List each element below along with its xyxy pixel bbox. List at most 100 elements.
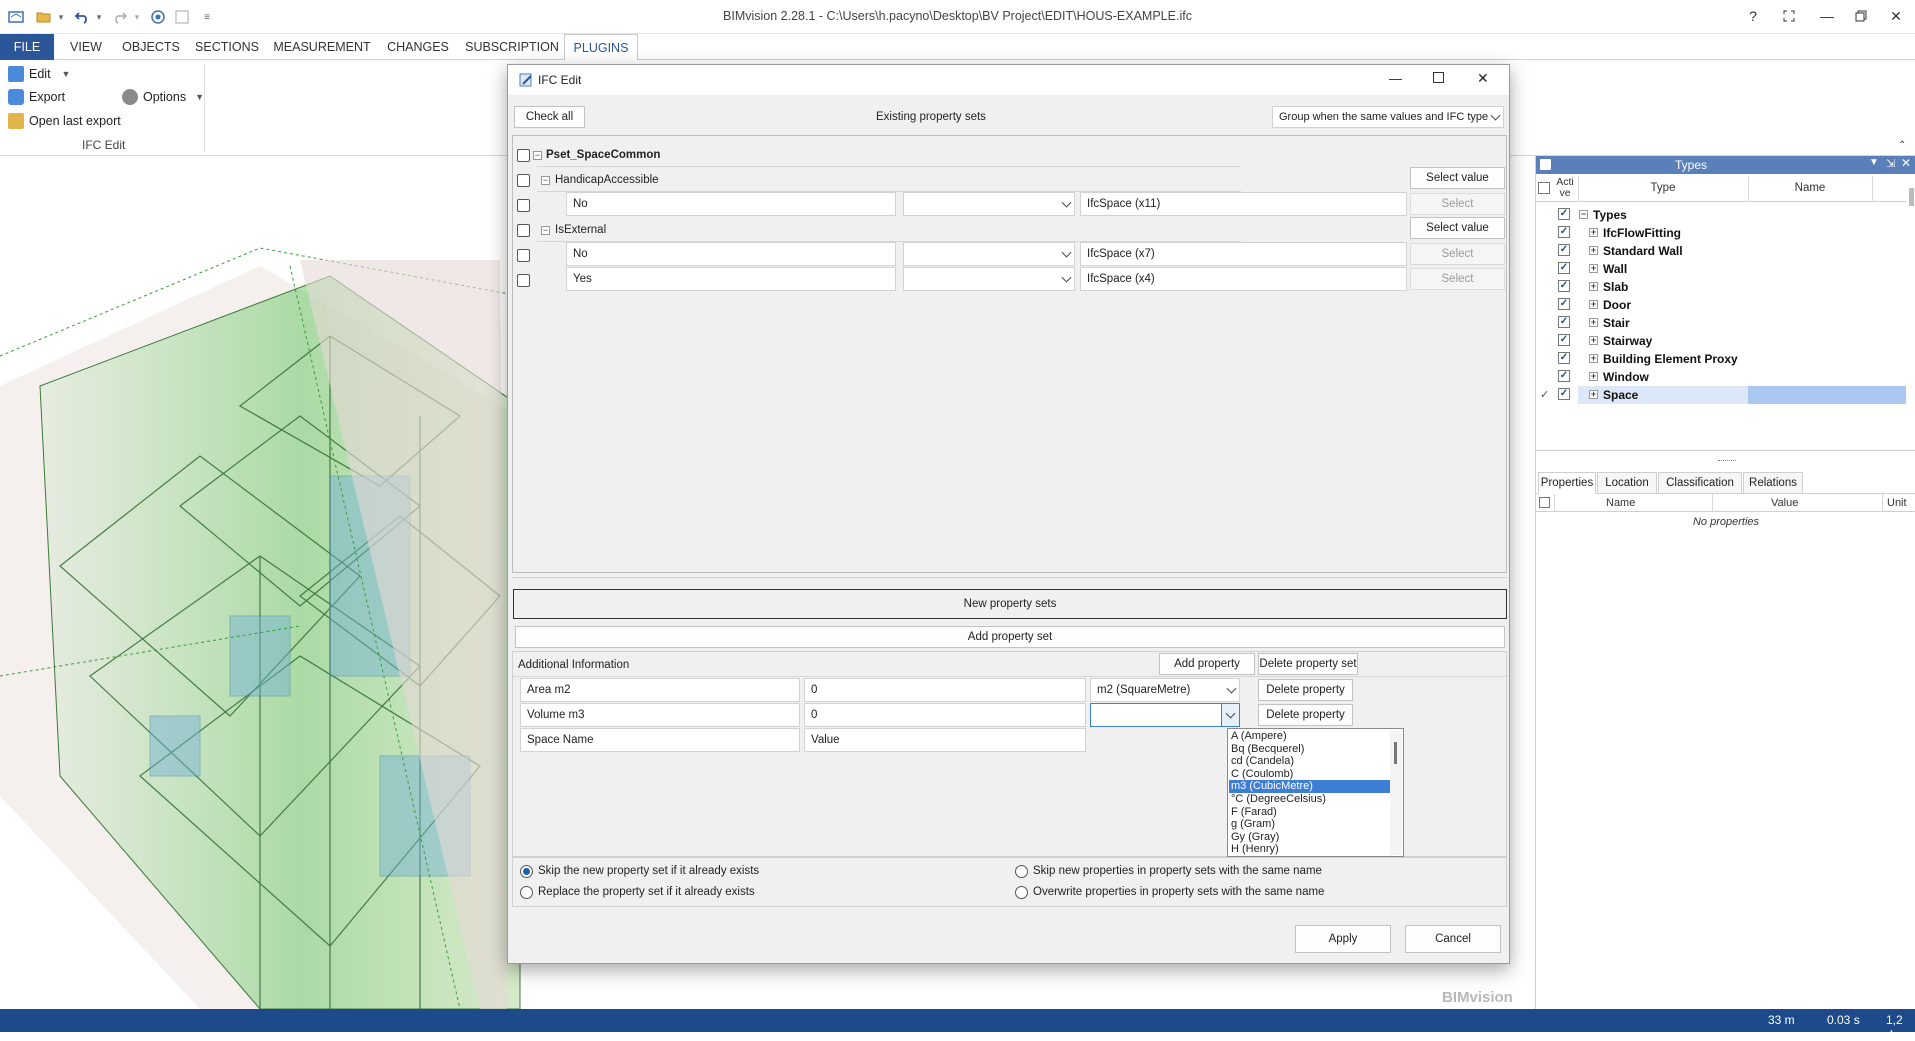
export-button[interactable]: Export [8, 87, 65, 107]
types-root-row[interactable]: ✓ − Types [1536, 206, 1906, 224]
pset-checkbox[interactable] [517, 149, 530, 162]
new-property-name[interactable]: Area m2 [520, 678, 800, 702]
expand-icon[interactable]: + [1589, 318, 1598, 327]
unit-option[interactable]: Bq (Becquerel) [1229, 743, 1391, 756]
type-row[interactable]: ✓ + Wall [1536, 260, 1906, 278]
select-button[interactable]: Select [1410, 268, 1505, 290]
options-button[interactable]: Options ▼ [122, 87, 204, 107]
active-checkbox[interactable]: ✓ [1558, 334, 1570, 346]
tab-file[interactable]: FILE [0, 34, 54, 60]
active-checkbox[interactable]: ✓ [1558, 244, 1570, 256]
add-property-button[interactable]: Add property [1159, 653, 1255, 675]
type-row[interactable]: ✓ + Window [1536, 368, 1906, 386]
value-combo[interactable] [903, 192, 1075, 216]
status-zoom[interactable]: 1,2 ★ [1886, 1013, 1915, 1041]
check-all-button[interactable]: Check all [514, 106, 585, 128]
unit-option[interactable]: F (Farad) [1229, 806, 1391, 819]
type-row[interactable]: ✓ ✓ + Space [1536, 386, 1906, 404]
property-checkbox[interactable] [517, 174, 530, 187]
apply-button[interactable]: Apply [1295, 925, 1391, 953]
close-icon[interactable]: ✕ [1884, 5, 1908, 27]
type-row[interactable]: ✓ + Building Element Proxy [1536, 350, 1906, 368]
unit-option[interactable]: H (Henry) [1229, 843, 1391, 856]
minimize-icon[interactable]: — [1815, 5, 1839, 27]
unit-option[interactable]: cd (Candela) [1229, 755, 1391, 768]
splitter-grip[interactable] [1718, 460, 1736, 462]
active-checkbox[interactable]: ✓ [1558, 208, 1570, 220]
value-field[interactable]: No [566, 242, 896, 266]
expand-icon[interactable]: + [1589, 282, 1598, 291]
expand-icon[interactable]: + [1589, 336, 1598, 345]
tab-objects[interactable]: OBJECTS [118, 34, 184, 60]
dropdown-icon[interactable]: ▼ [1869, 157, 1879, 168]
value-field[interactable]: Yes [566, 267, 896, 291]
type-row[interactable]: ✓ + IfcFlowFitting [1536, 224, 1906, 242]
tab-sections[interactable]: SECTIONS [192, 34, 262, 60]
collapse-icon[interactable]: − [533, 151, 542, 160]
collapse-ribbon-icon[interactable]: ⌃ [1898, 140, 1906, 151]
active-checkbox[interactable]: ✓ [1558, 226, 1570, 238]
scrollbar[interactable] [1390, 730, 1402, 855]
select-button[interactable]: Select [1410, 243, 1505, 265]
splitter[interactable] [512, 577, 1507, 578]
new-set-name[interactable]: Additional Information [518, 659, 629, 671]
expand-icon[interactable]: + [1589, 246, 1598, 255]
unit-option[interactable]: m3 (CubicMetre) [1229, 780, 1391, 793]
expand-icon[interactable]: + [1589, 390, 1598, 399]
property-checkbox[interactable] [517, 224, 530, 237]
active-checkbox[interactable]: ✓ [1558, 298, 1570, 310]
skip-set-radio[interactable] [520, 865, 533, 878]
type-row[interactable]: ✓ + Stair [1536, 314, 1906, 332]
type-row[interactable]: ✓ + Door [1536, 296, 1906, 314]
tab-plugins[interactable]: PLUGINS [564, 34, 638, 61]
scrollbar-thumb[interactable] [1909, 188, 1914, 206]
unit-select[interactable]: m2 (SquareMetre) [1090, 678, 1240, 702]
replace-set-radio[interactable] [520, 886, 533, 899]
table-options-icon[interactable] [1539, 497, 1550, 508]
delete-property-button[interactable]: Delete property [1258, 704, 1353, 726]
skip-props-radio[interactable] [1015, 865, 1028, 878]
overwrite-props-radio[interactable] [1015, 886, 1028, 899]
tab-properties[interactable]: Properties [1538, 472, 1596, 494]
tab-classification[interactable]: Classification [1658, 472, 1742, 494]
unit-option[interactable]: g (Gram) [1229, 818, 1391, 831]
new-property-value[interactable]: 0 [804, 703, 1086, 727]
edit-button[interactable]: Edit ▼ [8, 64, 70, 84]
fullscreen-icon[interactable] [1777, 5, 1801, 27]
active-checkbox[interactable]: ✓ [1558, 280, 1570, 292]
unit-option[interactable]: C (Coulomb) [1229, 768, 1391, 781]
table-options-icon[interactable] [1538, 182, 1550, 194]
value-checkbox[interactable] [517, 249, 530, 262]
expand-icon[interactable]: + [1589, 372, 1598, 381]
unit-dropdown-list[interactable]: A (Ampere) Bq (Becquerel) cd (Candela) C (C… [1227, 728, 1404, 857]
select-button[interactable]: Select [1410, 193, 1505, 215]
new-property-name[interactable]: Space Name [520, 728, 800, 752]
restore-icon[interactable] [1849, 5, 1873, 27]
tab-subscription[interactable]: SUBSCRIPTION [464, 34, 560, 60]
type-row[interactable]: ✓ + Standard Wall [1536, 242, 1906, 260]
chevron-down-icon[interactable] [1221, 704, 1239, 726]
tab-view[interactable]: VIEW [62, 34, 110, 60]
type-row[interactable]: ✓ + Slab [1536, 278, 1906, 296]
expand-icon[interactable]: + [1589, 264, 1598, 273]
tab-measurement[interactable]: MEASUREMENT [272, 34, 372, 60]
active-checkbox[interactable]: ✓ [1558, 370, 1570, 382]
minimize-icon[interactable]: — [1389, 71, 1402, 86]
select-value-button[interactable]: Select value [1410, 217, 1505, 239]
tab-changes[interactable]: CHANGES [382, 34, 454, 60]
active-checkbox[interactable]: ✓ [1558, 388, 1570, 400]
unit-option[interactable]: A (Ampere) [1229, 730, 1391, 743]
scrollbar-thumb[interactable] [1394, 742, 1397, 764]
expand-icon[interactable]: + [1589, 354, 1598, 363]
collapse-icon[interactable]: − [541, 176, 550, 185]
open-last-export-button[interactable]: Open last export [8, 111, 121, 131]
splitter[interactable] [1536, 450, 1915, 451]
new-property-value[interactable]: Value [804, 728, 1086, 752]
expand-icon[interactable]: + [1589, 300, 1598, 309]
delete-property-set-button[interactable]: Delete property set [1258, 653, 1358, 675]
new-property-value[interactable]: 0 [804, 678, 1086, 702]
tab-relations[interactable]: Relations [1743, 472, 1803, 494]
unit-option[interactable]: °C (DegreeCelsius) [1229, 793, 1391, 806]
close-icon[interactable]: ✕ [1901, 156, 1911, 170]
tab-location[interactable]: Location [1597, 472, 1657, 494]
